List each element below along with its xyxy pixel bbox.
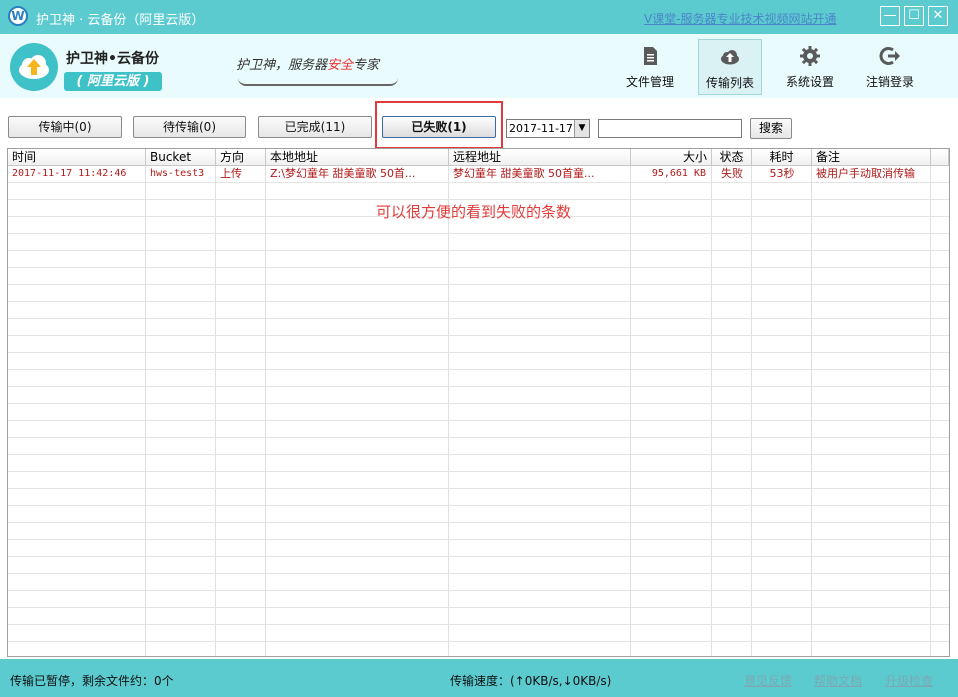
transfer-speed: 传输速度：(↑0KB/s,↓0KB/s) (450, 674, 612, 688)
column-header-size[interactable]: 大小 (631, 149, 712, 165)
nav-transfer-list[interactable]: 传输列表 (698, 39, 762, 95)
feedback-link[interactable]: 意见反馈 (744, 672, 792, 689)
cell-note: 被用户手动取消传输 (816, 167, 915, 180)
slogan-swoosh (238, 78, 398, 86)
app-header: 护卫神•云备份 ( 阿里云版 ) 护卫神，服务器安全专家 文件管理 传输列表 系… (0, 34, 958, 98)
transfer-table[interactable]: 时间 Bucket 方向 本地地址 远程地址 大小 状态 耗时 备注 2017-… (7, 148, 950, 657)
cloud-logo-icon (10, 43, 58, 91)
cell-direction: 上传 (220, 167, 242, 180)
transfer-status: 传输已暂停，剩余文件约：0个 (10, 674, 174, 688)
slogan: 护卫神，服务器安全专家 (236, 54, 379, 73)
column-header-note[interactable]: 备注 (812, 149, 931, 165)
tab-pending[interactable]: 待传输(0) (133, 116, 246, 138)
date-value: 2017-11-17 (509, 122, 573, 135)
gear-icon (799, 45, 821, 67)
nav-settings[interactable]: 系统设置 (778, 39, 842, 95)
app-logo-icon: W (8, 6, 28, 26)
column-header-time[interactable]: 时间 (8, 149, 146, 165)
chevron-down-icon[interactable]: ▼ (574, 120, 589, 137)
nav-file-manager[interactable]: 文件管理 (618, 39, 682, 95)
brand-badge: ( 阿里云版 ) (64, 72, 162, 91)
cloud-upload-icon (719, 46, 741, 68)
tab-completed[interactable]: 已完成(11) (258, 116, 372, 138)
help-link[interactable]: 帮助文档 (814, 672, 862, 689)
slogan-prefix: 护卫神，服务器 (236, 58, 328, 73)
slogan-suffix: 专家 (353, 58, 380, 73)
transfer-list-panel: 传输中(0) 待传输(0) 已完成(11) 已失败(1) 2017-11-17 … (0, 98, 958, 659)
app-window: W 护卫神 · 云备份（阿里云版） V课堂-服务器专业技术视频网站开通 — ☐ … (0, 0, 958, 697)
cell-duration: 53秒 (769, 167, 795, 180)
column-header-direction[interactable]: 方向 (216, 149, 266, 165)
highlight-box (375, 101, 503, 149)
table-row[interactable]: 2017-11-17 11:42:46 hws-test3 上传 Z:\梦幻童年… (8, 166, 949, 182)
column-header-filler (931, 149, 949, 165)
column-header-remote[interactable]: 远程地址 (449, 149, 631, 165)
search-input[interactable] (598, 119, 742, 138)
column-header-bucket[interactable]: Bucket (146, 149, 216, 165)
column-header-local[interactable]: 本地地址 (266, 149, 449, 165)
cell-local: Z:\梦幻童年 甜美童歌 50首... (270, 167, 416, 180)
brand-name: 护卫神•云备份 (66, 51, 159, 67)
maximize-button[interactable]: ☐ (904, 6, 924, 26)
nav-logout[interactable]: 注销登录 (858, 39, 922, 95)
close-button[interactable]: ✕ (928, 6, 948, 26)
upgrade-check-link[interactable]: 升级检查 (885, 672, 933, 689)
cell-remote: 梦幻童年 甜美童歌 50首童... (453, 167, 595, 180)
search-button[interactable]: 搜索 (750, 118, 792, 139)
slogan-highlight: 安全 (327, 58, 354, 73)
cell-size: 95,661 KB (651, 168, 706, 179)
column-header-duration[interactable]: 耗时 (752, 149, 812, 165)
nav-label: 系统设置 (785, 75, 834, 89)
window-title: 护卫神 · 云备份（阿里云版） (36, 13, 205, 28)
nav-label: 传输列表 (705, 76, 754, 90)
column-header-status[interactable]: 状态 (712, 149, 752, 165)
nav-label: 注销登录 (865, 75, 914, 89)
status-bar: 传输已暂停，剩余文件约：0个 传输速度：(↑0KB/s,↓0KB/s) 意见反馈… (0, 659, 958, 697)
tab-transferring[interactable]: 传输中(0) (8, 116, 122, 138)
nav-label: 文件管理 (625, 75, 674, 89)
logout-icon (879, 45, 901, 67)
date-select[interactable]: 2017-11-17 ▼ (506, 119, 590, 138)
cell-status: 失败 (721, 167, 743, 180)
cell-time: 2017-11-17 11:42:46 (12, 168, 127, 179)
ad-link[interactable]: V课堂-服务器专业技术视频网站开通 (644, 10, 837, 27)
table-header: 时间 Bucket 方向 本地地址 远程地址 大小 状态 耗时 备注 (8, 149, 949, 166)
minimize-button[interactable]: — (880, 6, 900, 26)
cell-bucket: hws-test3 (150, 168, 205, 179)
title-bar[interactable]: W 护卫神 · 云备份（阿里云版） V课堂-服务器专业技术视频网站开通 — ☐ … (0, 0, 958, 34)
file-icon (639, 45, 661, 67)
annotation-note: 可以很方便的看到失败的条数 (376, 203, 572, 221)
